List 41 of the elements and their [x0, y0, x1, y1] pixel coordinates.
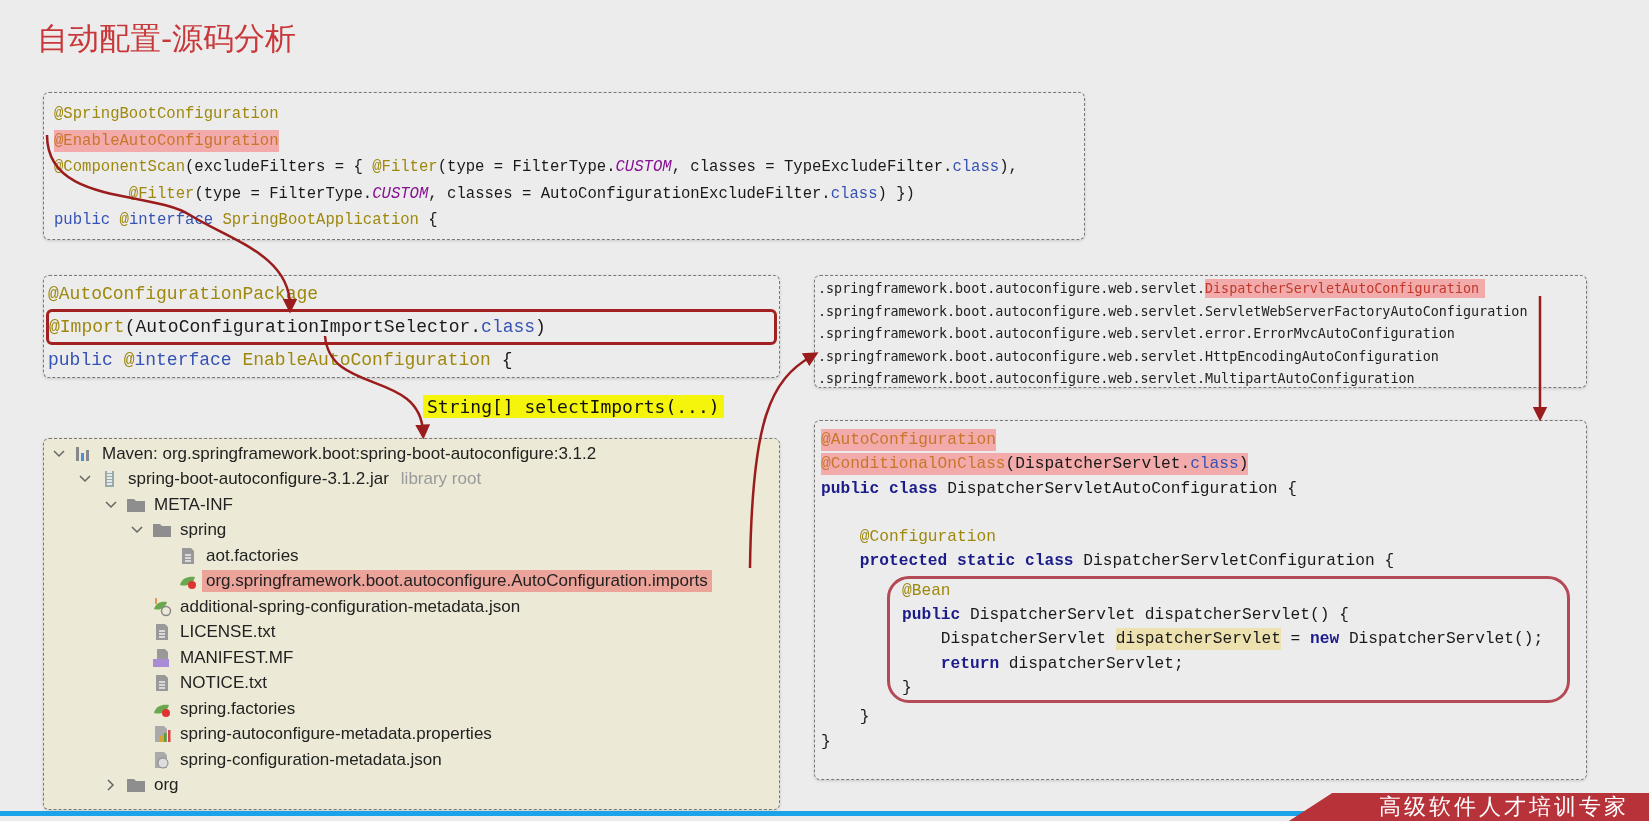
- code-line: }: [821, 731, 832, 753]
- tree-item[interactable]: spring.factories: [176, 697, 300, 720]
- tree-item[interactable]: MANIFEST.MF: [176, 646, 298, 669]
- slide-title: 自动配置-源码分析: [36, 19, 298, 54]
- tree-item[interactable]: NOTICE.txt: [176, 672, 271, 695]
- code-line: }: [858, 707, 871, 729]
- code-line: @Bean: [902, 580, 952, 602]
- code-line: @Configuration: [858, 527, 997, 549]
- code-line: @SpringBootConfiguration: [54, 104, 280, 125]
- tree-item[interactable]: META-INF: [150, 493, 237, 516]
- tree-item-hint: library root: [400, 469, 482, 490]
- code-line: public DispatcherServlet dispatcherServlet() {: [902, 605, 1350, 627]
- leaf-icon: [152, 596, 172, 617]
- method-signature-label: String[] selectImports(...): [423, 395, 724, 418]
- tree-item[interactable]: Maven: org.springframework.boot:spring-boot-autoconfigure:3.1.2: [98, 442, 601, 465]
- manifest-file-icon: [152, 647, 172, 668]
- import-line: .springframework.boot.autoconfigure.web.servlet.DispatcherServletAutoConfiguration: [818, 278, 1583, 301]
- tree-item[interactable]: aot.factories: [202, 544, 303, 567]
- tree-item[interactable]: org: [150, 774, 183, 797]
- tree-item[interactable]: additional-spring-configuration-metadata.json: [176, 595, 525, 618]
- code-line: protected static class DispatcherServletConfiguration {: [858, 551, 1396, 573]
- banner-slogan: 高级软件人才培训专家: [1379, 793, 1629, 821]
- code-line: @Import(AutoConfigurationImportSelector.class): [49, 316, 547, 339]
- code-line: @Filter(type = FilterType.CUSTOM, classes = AutoConfigurationExcludeFilter.class) }): [127, 183, 916, 205]
- json-file-icon: [152, 749, 172, 770]
- bar-chart-icon: [152, 724, 172, 745]
- tree-item[interactable]: spring-autoconfigure-metadata.properties: [176, 723, 496, 746]
- import-line: .springframework.boot.autoconfigure.web.servlet.error.ErrorMvcAutoConfiguration: [818, 325, 1456, 343]
- import-line: .springframework.boot.autoconfigure.web.servlet.MultipartAutoConfiguration: [818, 370, 1416, 387]
- import-line: .springframework.boot.autoconfigure.web.servlet.HttpEncodingAutoConfiguration: [818, 347, 1440, 366]
- tree-item[interactable]: spring-configuration-metadata.json: [176, 748, 446, 771]
- tree-item[interactable]: org.springframework.boot.autoconfigure.AutoConfiguration.imports: [202, 570, 712, 593]
- code-line: return dispatcherServlet;: [939, 653, 1185, 675]
- code-line: }: [902, 677, 913, 699]
- import-line: .springframework.boot.autoconfigure.web.servlet.ServletWebServerFactoryAutoConfiguration: [818, 302, 1529, 321]
- tree-item[interactable]: spring: [176, 519, 231, 542]
- tree-item[interactable]: spring-boot-autoconfigure-3.1.2.jar: [124, 468, 393, 491]
- code-line: @ConditionalOnClass(DispatcherServlet.class): [821, 452, 1250, 477]
- code-line: DispatcherServlet dispatcherServlet = new DispatcherServlet();: [939, 627, 1545, 652]
- tree-item[interactable]: LICENSE.txt: [176, 621, 280, 644]
- code-line: public class DispatcherServletAutoConfiguration {: [821, 478, 1298, 500]
